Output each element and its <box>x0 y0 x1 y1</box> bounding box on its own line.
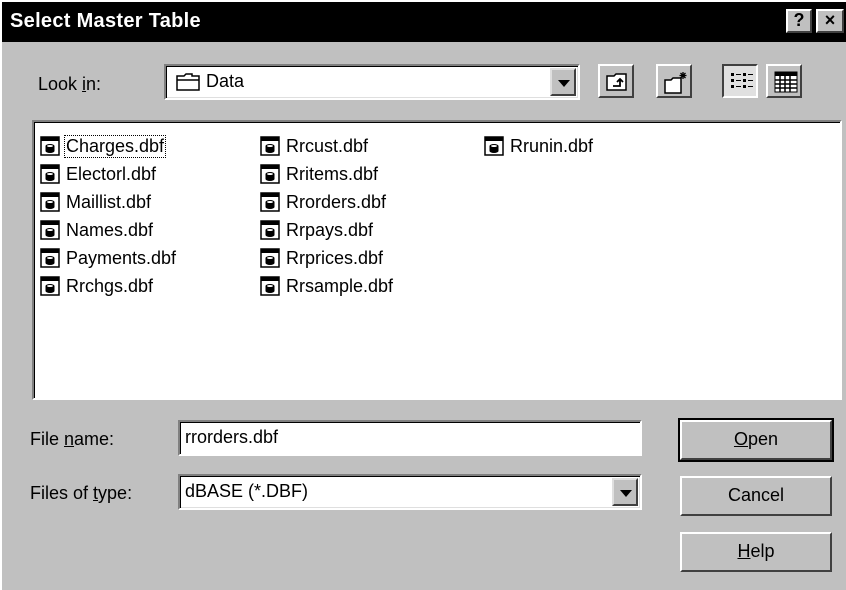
file-list[interactable]: Charges.dbf Electorl.dbf Maillist.dbf Names… <box>32 120 842 400</box>
file-name: Rrorders.dbf <box>286 191 387 212</box>
list-item[interactable]: Maillist.dbf <box>40 188 177 216</box>
list-item[interactable]: Payments.dbf <box>40 244 177 272</box>
cancel-button[interactable]: Cancel <box>680 476 832 516</box>
list-item[interactable]: Names.dbf <box>40 216 177 244</box>
list-item[interactable]: Rritems.dbf <box>260 160 394 188</box>
details-view-icon <box>774 71 798 93</box>
database-file-icon <box>260 136 280 156</box>
database-file-icon <box>40 136 60 156</box>
file-name: Rrpays.dbf <box>286 219 374 240</box>
file-name: Charges.dbf <box>63 134 167 158</box>
database-file-icon <box>260 192 280 212</box>
file-name: Rrunin.dbf <box>510 135 594 156</box>
list-item[interactable]: Charges.dbf <box>40 132 177 160</box>
up-one-level-icon <box>606 73 627 91</box>
new-folder-icon <box>664 72 687 94</box>
file-name: Payments.dbf <box>66 247 177 268</box>
look-in-label: Look in: <box>38 74 102 94</box>
help-title-button[interactable]: ? <box>786 9 812 33</box>
file-name: Maillist.dbf <box>66 191 152 212</box>
database-file-icon <box>40 248 60 268</box>
title-bar[interactable]: Select Master Table ? × <box>2 2 846 42</box>
file-type-dropdown-button[interactable] <box>612 478 638 506</box>
database-file-icon <box>260 248 280 268</box>
file-column: Rrcust.dbf Rritems.dbf Rrorders.dbf Rrpays.… <box>260 132 394 300</box>
list-item[interactable]: Electorl.dbf <box>40 160 177 188</box>
up-one-level-button[interactable] <box>598 64 634 98</box>
new-folder-button[interactable] <box>656 64 692 98</box>
file-type-label: Files of type: <box>30 483 133 503</box>
list-item[interactable]: Rrunin.dbf <box>484 132 594 160</box>
database-file-icon <box>260 276 280 296</box>
file-name: Electorl.dbf <box>66 163 157 184</box>
list-item[interactable]: Rrprices.dbf <box>260 244 394 272</box>
look-in-value: Data <box>206 71 245 91</box>
file-column: Rrunin.dbf <box>484 132 594 160</box>
list-item[interactable]: Rrsample.dbf <box>260 272 394 300</box>
folder-icon <box>176 72 202 97</box>
file-name: Names.dbf <box>66 219 154 240</box>
help-button[interactable]: Help <box>680 532 832 572</box>
file-name: Rrcust.dbf <box>286 135 369 156</box>
look-in-combo[interactable]: Data <box>164 64 580 100</box>
file-name-value: rrorders.dbf <box>185 427 279 447</box>
file-type-value: dBASE (*.DBF) <box>185 481 309 501</box>
database-file-icon <box>40 220 60 240</box>
database-file-icon <box>484 136 504 156</box>
list-view-button[interactable] <box>722 64 758 98</box>
list-item[interactable]: Rrpays.dbf <box>260 216 394 244</box>
database-file-icon <box>40 164 60 184</box>
database-file-icon <box>40 276 60 296</box>
chevron-down-icon <box>558 80 570 87</box>
details-view-button[interactable] <box>766 64 802 98</box>
file-type-combo[interactable]: dBASE (*.DBF) <box>178 474 642 510</box>
database-file-icon <box>40 192 60 212</box>
list-item[interactable]: Rrcust.dbf <box>260 132 394 160</box>
list-view-icon <box>731 73 753 88</box>
chevron-down-icon <box>620 490 632 497</box>
database-file-icon <box>260 164 280 184</box>
file-name-input[interactable]: rrorders.dbf <box>178 420 642 456</box>
window-title: Select Master Table <box>10 10 201 32</box>
file-name: Rrsample.dbf <box>286 275 394 296</box>
open-button[interactable]: Open <box>678 418 834 462</box>
list-item[interactable]: Rrchgs.dbf <box>40 272 177 300</box>
database-file-icon <box>260 220 280 240</box>
file-column: Charges.dbf Electorl.dbf Maillist.dbf Names… <box>40 132 177 300</box>
select-master-table-dialog: Select Master Table ? × Look in: Data Ch… <box>0 0 846 590</box>
file-name: Rritems.dbf <box>286 163 379 184</box>
file-name-label: File name: <box>30 429 115 449</box>
file-name: Rrchgs.dbf <box>66 275 154 296</box>
list-item[interactable]: Rrorders.dbf <box>260 188 394 216</box>
look-in-dropdown-button[interactable] <box>550 68 576 96</box>
close-button[interactable]: × <box>816 9 844 33</box>
file-name: Rrprices.dbf <box>286 247 384 268</box>
